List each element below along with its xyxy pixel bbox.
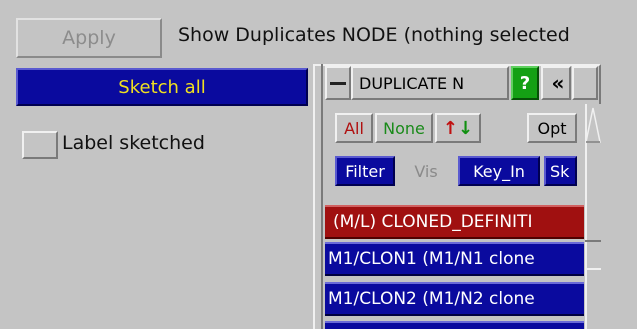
apply-button[interactable]: Apply [16,18,162,58]
key-in-button[interactable]: Key_In [458,156,540,186]
detach-button[interactable] [572,66,598,100]
panel-title: DUPLICATE N [351,66,509,100]
select-none-button[interactable]: None [375,113,433,143]
sort-button[interactable]: ↑ ↓ [435,113,481,143]
status-text: Show Duplicates NODE (nothing selected [178,24,570,46]
sketch-all-button[interactable]: Sketch all [16,68,308,106]
list-item[interactable] [325,321,584,329]
filter-button[interactable]: Filter [335,156,395,186]
sort-down-arrow-icon: ↓ [458,117,474,139]
minimize-button[interactable] [325,66,351,100]
label-sketched-label: Label sketched [62,132,205,154]
scrollbar-thumb[interactable] [585,240,601,270]
list-item[interactable]: M1/CLON1 (M1/N1 clone [325,242,584,276]
label-sketched-checkbox[interactable] [22,131,58,159]
collapse-button[interactable]: « [541,66,571,100]
sort-up-arrow-icon: ↑ [442,117,458,139]
scroll-up-arrow-icon[interactable] [584,104,602,148]
vis-button[interactable]: Vis [398,156,454,186]
select-all-button[interactable]: All [335,113,373,143]
help-button[interactable]: ? [511,66,539,100]
list-item[interactable]: (M/L) CLONED_DEFINITI [325,205,584,239]
minus-icon [330,81,346,85]
list-item[interactable]: M1/CLON2 (M1/N2 clone [325,282,584,316]
sketch-button[interactable]: Sk [544,156,577,186]
options-button[interactable]: Opt [527,113,577,143]
